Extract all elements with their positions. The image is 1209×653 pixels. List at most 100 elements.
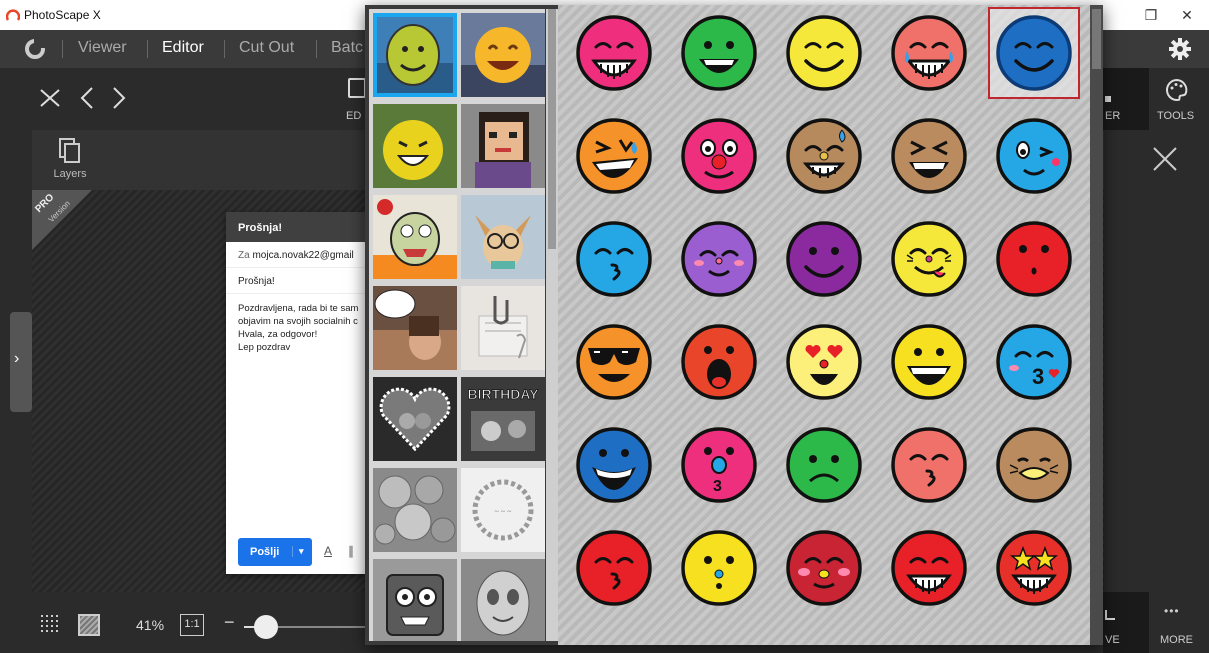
sticker-picker-popup: BIRTHDAY ~ ~ ~ 3 3 (365, 5, 1103, 645)
tab-cut-out[interactable]: Cut Out (239, 39, 294, 57)
grid-icon[interactable] (40, 614, 62, 636)
sticker-star-eyes-red[interactable] (990, 524, 1078, 612)
sticker-scrollbar-thumb[interactable] (1092, 9, 1101, 69)
sticker-kiss-cyan[interactable] (570, 215, 658, 303)
email-to-address: mojca.novak22@gmail (252, 250, 354, 261)
sticker-grin-green[interactable] (675, 9, 763, 97)
sticker-category-bubbles[interactable] (373, 468, 457, 552)
email-body-line: Pozdravljena, rada bi te sam (238, 303, 359, 314)
sticker-category-paper-clip[interactable] (461, 286, 545, 370)
sticker-duck-tan[interactable] (990, 421, 1078, 509)
app-title: PhotoScape X (24, 8, 101, 22)
sticker-category-wreath[interactable]: ~ ~ ~ (461, 468, 545, 552)
sticker-grin-red[interactable] (885, 524, 973, 612)
sticker-kiss-red[interactable] (570, 524, 658, 612)
send-label: Pošlji (250, 546, 280, 558)
zoom-out-button[interactable]: − (224, 612, 235, 633)
tab-batch[interactable]: Batc (331, 39, 363, 57)
sticker-yell-blue[interactable] (570, 421, 658, 509)
background-toggle-icon[interactable] (78, 614, 100, 636)
tab-tools[interactable]: TOOLS (1150, 68, 1204, 130)
email-to-prefix: Za (238, 250, 250, 261)
sticker-sweat-tan[interactable] (780, 112, 868, 200)
sticker-category-dog-glasses[interactable] (461, 195, 545, 279)
sticker-category-speech-bubble-photo[interactable] (373, 286, 457, 370)
close-icon[interactable] (36, 82, 64, 112)
save-label: VE (1105, 634, 1120, 646)
sticker-category-heart-frame[interactable] (373, 377, 457, 461)
sticker-category-egg-face[interactable] (461, 559, 545, 641)
sticker-surprise-red[interactable] (990, 215, 1078, 303)
sticker-love-cream[interactable] (780, 318, 868, 406)
chevron-right-icon[interactable] (104, 82, 132, 112)
sticker-smile-blue[interactable] (988, 7, 1080, 99)
sticker-category-crazy-cartoon[interactable] (373, 195, 457, 279)
chevron-down-icon: ▾ (292, 546, 304, 557)
chevron-right-icon: › (14, 350, 20, 367)
edit-icon[interactable] (348, 78, 366, 98)
sticker-cool-orange[interactable] (570, 318, 658, 406)
sticker-category-monster[interactable] (373, 559, 457, 641)
nav-separator (147, 40, 148, 58)
zoom-level: 41% (136, 617, 165, 633)
close-window-button[interactable]: ✕ (1176, 5, 1198, 25)
restore-button[interactable]: ❐ (1140, 5, 1162, 25)
close-panel-icon[interactable] (1152, 146, 1178, 172)
sticker-whistle-yellow[interactable] (675, 524, 763, 612)
sticker-blush-purple[interactable] (675, 215, 763, 303)
sticker-grin-pink[interactable] (570, 9, 658, 97)
tab-filter[interactable]: ER (1103, 68, 1149, 130)
filter-icon (1105, 96, 1111, 102)
palette-icon (1166, 78, 1188, 101)
sticker-shout-red[interactable] (675, 318, 763, 406)
sticker-category-pixel-girl[interactable] (461, 104, 545, 188)
gear-icon[interactable] (1168, 37, 1192, 61)
send-button: Pošlji ▾ (238, 538, 312, 566)
layers-button[interactable]: Layers (50, 138, 90, 180)
tab-editor[interactable]: Editor (162, 39, 204, 57)
sticker-happy-yellow[interactable] (885, 318, 973, 406)
sticker-smile-violet[interactable] (780, 215, 868, 303)
sticker-tears-coral[interactable] (885, 9, 973, 97)
tab-viewer[interactable]: Viewer (78, 39, 127, 57)
category-scrollbar[interactable] (546, 9, 558, 641)
sticker-wink-cyan[interactable] (990, 112, 1078, 200)
email-body-line: Lep pozdrav (238, 342, 291, 353)
nav-separator (62, 40, 63, 58)
sticker-blush-crimson[interactable] (780, 524, 868, 612)
sticker-scrollbar[interactable] (1090, 5, 1103, 645)
email-to-row: Za mojca.novak22@gmail (226, 242, 366, 268)
sticker-category-smiley-green[interactable] (373, 104, 457, 188)
svg-text:3: 3 (1032, 364, 1044, 389)
layers-label: Layers (53, 168, 87, 180)
email-subject: Prošnja! (226, 268, 366, 294)
sticker-category-smiley-sunset[interactable] (461, 13, 545, 97)
email-body-line: Hvala, za odgovor! (238, 329, 318, 340)
save-button[interactable]: VE (1103, 592, 1149, 653)
sticker-smile-yellow[interactable] (780, 9, 868, 97)
sticker-clown-pink[interactable] (675, 112, 763, 200)
tools-tab-label: TOOLS (1157, 110, 1195, 122)
sticker-kiss-heart-cyan[interactable]: 3 (990, 318, 1078, 406)
paperclip-icon: ∥ (348, 544, 354, 558)
email-body: Pozdravljena, rada bi te sam objavim na … (226, 294, 366, 354)
sticker-squint-tan[interactable] (885, 112, 973, 200)
category-scrollbar-thumb[interactable] (548, 9, 556, 249)
chevron-left-icon[interactable] (74, 82, 102, 112)
sticker-tongue-yellow[interactable] (885, 215, 973, 303)
nav-separator (316, 40, 317, 58)
filter-tab-label: ER (1105, 110, 1121, 122)
side-panel-toggle[interactable]: › (10, 312, 32, 412)
sticker-category-smiley-blue-bg[interactable] (373, 13, 457, 97)
sticker-kiss-pink[interactable]: 3 (675, 421, 763, 509)
sticker-laugh-orange[interactable] (570, 112, 658, 200)
more-button[interactable]: ••• MORE (1150, 592, 1204, 653)
sticker-kiss-coral[interactable] (885, 421, 973, 509)
sticker-category-birthday[interactable]: BIRTHDAY (461, 377, 545, 461)
edit-tab-label[interactable]: ED (346, 110, 361, 122)
zoom-slider-handle[interactable] (254, 615, 279, 639)
sticker-sad-green[interactable] (780, 421, 868, 509)
email-body-line: objavim na svojih socialnih c (238, 316, 358, 327)
actual-size-button[interactable]: 1:1 (180, 614, 204, 636)
home-logo-icon[interactable] (24, 38, 46, 60)
